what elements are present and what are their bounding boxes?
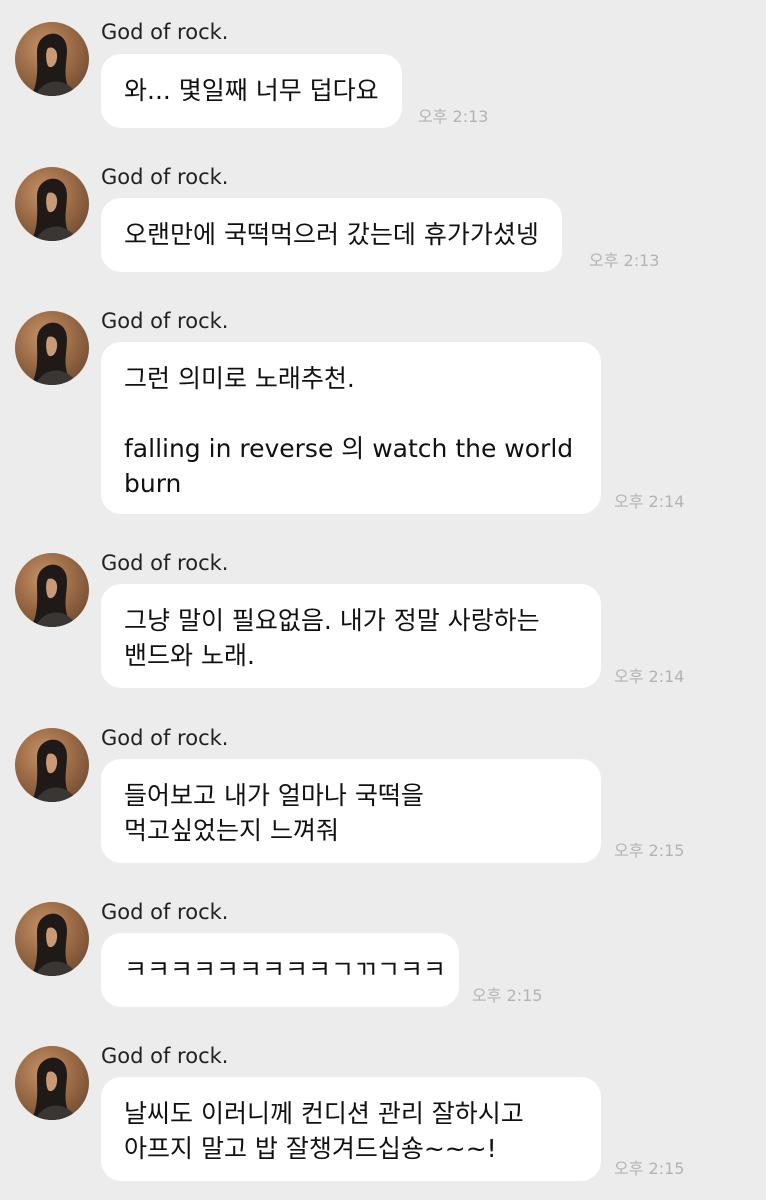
chat-message: God of rock. 그런 의미로 노래추천. falling in rev… [0, 289, 766, 524]
message-bubble[interactable]: ㅋㅋㅋㅋㅋㅋㅋㅋㅋㄱㄲㄱㅋㅋ [101, 933, 459, 1007]
message-text-line: ㅋㅋㅋㅋㅋㅋㅋㅋㅋㄱㄲㄱㅋㅋ [124, 955, 447, 984]
message-timestamp: 오후 2:15 [614, 841, 685, 860]
sender-avatar[interactable] [15, 167, 89, 241]
message-text-line: 아프지 말고 밥 잘챙겨드십숑~~~! [124, 1134, 497, 1163]
sender-name: God of rock. [101, 165, 229, 189]
sender-avatar[interactable] [15, 1046, 89, 1120]
avatar-portrait-icon [31, 1057, 77, 1120]
message-bubble[interactable]: 오랜만에 국떡먹으러 갔는데 휴가가셨넹 [101, 198, 562, 272]
sender-name: God of rock. [101, 309, 229, 333]
message-timestamp: 오후 2:14 [614, 492, 685, 511]
message-text-line: 먹고싶었는지 느껴줘 [124, 816, 339, 845]
message-timestamp: 오후 2:13 [418, 107, 489, 126]
message-timestamp: 오후 2:13 [589, 251, 660, 270]
message-bubble[interactable]: 그런 의미로 노래추천. falling in reverse 의 watch … [101, 342, 601, 514]
sender-avatar[interactable] [15, 902, 89, 976]
message-bubble[interactable]: 들어보고 내가 얼마나 국떡을 먹고싶었는지 느껴줘 [101, 759, 601, 863]
sender-name: God of rock. [101, 900, 229, 924]
sender-avatar[interactable] [15, 311, 89, 385]
message-text-line: 오랜만에 국떡먹으러 갔는데 휴가가셨넹 [124, 220, 539, 249]
message-text-line: 날씨도 이러니께 컨디션 관리 잘하시고 [124, 1099, 524, 1128]
sender-avatar[interactable] [15, 553, 89, 627]
message-bubble[interactable]: 그냥 말이 필요없음. 내가 정말 사랑하는 밴드와 노래. [101, 584, 601, 688]
chat-message: God of rock. 들어보고 내가 얼마나 국떡을 먹고싶었는지 느껴줘 … [0, 706, 766, 871]
message-text-line: 그런 의미로 노래추천. [124, 364, 355, 393]
message-text-line: burn [124, 469, 182, 498]
avatar-portrait-icon [31, 322, 77, 385]
message-timestamp: 오후 2:15 [472, 986, 543, 1005]
message-text-line: 와... 몇일째 너무 덥다요 [124, 76, 379, 105]
chat-message: God of rock. 와... 몇일째 너무 덥다요 오후 2:13 [0, 0, 766, 140]
message-text-line: falling in reverse 의 watch the world [124, 434, 574, 463]
chat-message: God of rock. ㅋㅋㅋㅋㅋㅋㅋㅋㅋㄱㄲㄱㅋㅋ 오후 2:15 [0, 880, 766, 1020]
message-bubble[interactable]: 와... 몇일째 너무 덥다요 [101, 54, 402, 128]
sender-name: God of rock. [101, 20, 229, 44]
avatar-portrait-icon [31, 178, 77, 241]
sender-name: God of rock. [101, 1044, 229, 1068]
message-text-line: 그냥 말이 필요없음. 내가 정말 사랑하는 [124, 606, 540, 635]
avatar-portrait-icon [31, 564, 77, 627]
sender-name: God of rock. [101, 726, 229, 750]
chat-message: God of rock. 오랜만에 국떡먹으러 갔는데 휴가가셨넹 오후 2:1… [0, 145, 766, 285]
message-text-line [124, 396, 578, 431]
message-text-line: 밴드와 노래. [124, 641, 255, 670]
message-timestamp: 오후 2:14 [614, 667, 685, 686]
sender-avatar[interactable] [15, 728, 89, 802]
chat-message: God of rock. 날씨도 이러니께 컨디션 관리 잘하시고 아프지 말고… [0, 1024, 766, 1200]
avatar-portrait-icon [31, 913, 77, 976]
chat-message-list[interactable]: God of rock. 와... 몇일째 너무 덥다요 오후 2:13 God… [0, 0, 766, 1200]
sender-name: God of rock. [101, 551, 229, 575]
avatar-portrait-icon [31, 33, 77, 96]
sender-avatar[interactable] [15, 22, 89, 96]
message-text-line: 들어보고 내가 얼마나 국떡을 [124, 781, 424, 810]
message-timestamp: 오후 2:15 [614, 1159, 685, 1178]
chat-message: God of rock. 그냥 말이 필요없음. 내가 정말 사랑하는 밴드와 … [0, 531, 766, 696]
avatar-portrait-icon [31, 739, 77, 802]
message-bubble[interactable]: 날씨도 이러니께 컨디션 관리 잘하시고 아프지 말고 밥 잘챙겨드십숑~~~! [101, 1077, 601, 1181]
